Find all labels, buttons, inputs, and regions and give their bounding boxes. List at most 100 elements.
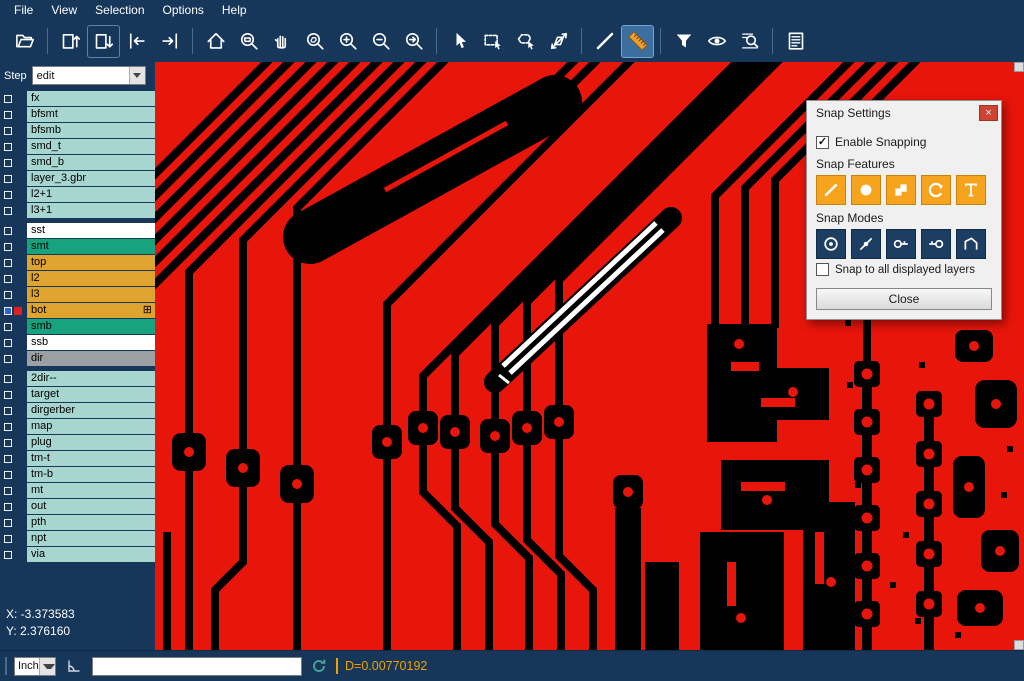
layer-name[interactable]: pth — [27, 515, 155, 530]
pcb-canvas[interactable]: Snap Settings × ✓ Enable Snapping Snap F… — [155, 62, 1024, 650]
layer-visibility-checkbox[interactable] — [4, 259, 12, 267]
layer-row-mt[interactable]: mt — [0, 483, 155, 498]
snap-text-button[interactable] — [956, 175, 986, 205]
layer-name[interactable]: map — [27, 419, 155, 434]
snap-arc-button[interactable] — [921, 175, 951, 205]
layer-name[interactable]: smt — [27, 239, 155, 254]
layer-row-bfsmt[interactable]: bfsmt — [0, 107, 155, 122]
zoom-home-button[interactable] — [200, 26, 231, 57]
export-up-button[interactable] — [55, 26, 86, 57]
layer-name[interactable]: bfsmt — [27, 107, 155, 122]
layer-row-l3+1[interactable]: l3+1 — [0, 203, 155, 218]
layer-visibility-checkbox[interactable] — [4, 291, 12, 299]
layer-name[interactable]: l2 — [27, 271, 155, 286]
layer-visibility-checkbox[interactable] — [4, 323, 12, 331]
layer-row-smt[interactable]: smt — [0, 239, 155, 254]
layer-visibility-checkbox[interactable] — [4, 375, 12, 383]
layer-name[interactable]: sst — [27, 223, 155, 238]
layer-visibility-checkbox[interactable] — [4, 243, 12, 251]
layer-name[interactable]: bfsmb — [27, 123, 155, 138]
command-input[interactable] — [92, 657, 302, 676]
layer-row-l2+1[interactable]: l2+1 — [0, 187, 155, 202]
layer-name[interactable]: dir — [27, 351, 155, 366]
snap-dialog-titlebar[interactable]: Snap Settings × — [807, 101, 1001, 125]
select-polygon-button[interactable] — [510, 26, 541, 57]
layer-name[interactable]: ssb — [27, 335, 155, 350]
layer-row-smd_b[interactable]: smd_b — [0, 155, 155, 170]
layer-name[interactable]: layer_3.gbr — [27, 171, 155, 186]
layer-visibility-checkbox[interactable] — [4, 307, 12, 315]
snap-line-button[interactable] — [816, 175, 846, 205]
snap-slot-a-button[interactable] — [886, 229, 916, 259]
layer-name[interactable]: l3+1 — [27, 203, 155, 218]
all-layers-checkbox[interactable]: Snap to all displayed layers — [816, 263, 992, 276]
transform-flip-button[interactable] — [543, 26, 574, 57]
layer-row-top[interactable]: top — [0, 255, 155, 270]
layer-name[interactable]: smd_t — [27, 139, 155, 154]
layer-visibility-checkbox[interactable] — [4, 535, 12, 543]
layer-visibility-checkbox[interactable] — [4, 95, 12, 103]
snap-pad-button[interactable] — [851, 175, 881, 205]
menu-file[interactable]: File — [6, 2, 41, 18]
layer-visibility-checkbox[interactable] — [4, 455, 12, 463]
measure-button[interactable] — [622, 26, 653, 57]
zoom-window-button[interactable] — [233, 26, 264, 57]
snap-slot-b-button[interactable] — [921, 229, 951, 259]
layer-row-fx[interactable]: fx — [0, 91, 155, 106]
report-button[interactable] — [780, 26, 811, 57]
layer-visibility-checkbox[interactable] — [4, 355, 12, 363]
layer-visibility-checkbox[interactable] — [4, 339, 12, 347]
layer-visibility-checkbox[interactable] — [4, 111, 12, 119]
layer-visibility-checkbox[interactable] — [4, 487, 12, 495]
layer-visibility-checkbox[interactable] — [4, 503, 12, 511]
ortho-angle-icon[interactable] — [63, 655, 85, 677]
vertical-scrollbar-down[interactable] — [1014, 640, 1024, 650]
layer-row-l3[interactable]: l3 — [0, 287, 155, 302]
layer-row-pth[interactable]: pth — [0, 515, 155, 530]
select-button[interactable] — [444, 26, 475, 57]
layer-visibility-checkbox[interactable] — [4, 175, 12, 183]
layer-visibility-checkbox[interactable] — [4, 423, 12, 431]
layer-visibility-checkbox[interactable] — [4, 391, 12, 399]
layer-name[interactable]: top — [27, 255, 155, 270]
layer-row-l2[interactable]: l2 — [0, 271, 155, 286]
import-down-button[interactable] — [88, 26, 119, 57]
layer-name[interactable]: 2dir-- — [27, 371, 155, 386]
layer-row-sst[interactable]: sst — [0, 223, 155, 238]
layer-name[interactable]: tm-t — [27, 451, 155, 466]
vertical-scrollbar-up[interactable] — [1014, 62, 1024, 72]
step-selector[interactable]: edit — [32, 66, 146, 85]
layer-row-tm-t[interactable]: tm-t — [0, 451, 155, 466]
layer-name[interactable]: target — [27, 387, 155, 402]
draw-line-button[interactable] — [589, 26, 620, 57]
layer-visibility-checkbox[interactable] — [4, 551, 12, 559]
layer-row-dirgerber[interactable]: dirgerber — [0, 403, 155, 418]
menu-options[interactable]: Options — [155, 2, 212, 18]
zoom-previous-button[interactable] — [398, 26, 429, 57]
layer-row-layer_3.gbr[interactable]: layer_3.gbr — [0, 171, 155, 186]
snap-outline-button[interactable] — [956, 229, 986, 259]
layer-row-bot[interactable]: bot⊞ — [0, 303, 155, 318]
layer-row-target[interactable]: target — [0, 387, 155, 402]
layer-visibility-checkbox[interactable] — [4, 519, 12, 527]
layer-row-bfsmb[interactable]: bfsmb — [0, 123, 155, 138]
menu-help[interactable]: Help — [214, 2, 255, 18]
enable-snapping-checkbox[interactable]: ✓ Enable Snapping — [816, 135, 992, 149]
find-button[interactable] — [734, 26, 765, 57]
layer-row-npt[interactable]: npt — [0, 531, 155, 546]
layer-row-dir[interactable]: dir — [0, 351, 155, 366]
export-right-button[interactable] — [154, 26, 185, 57]
chevron-down-icon[interactable] — [129, 67, 145, 84]
layer-visibility-checkbox[interactable] — [4, 127, 12, 135]
layer-name[interactable]: via — [27, 547, 155, 562]
view-options-button[interactable] — [701, 26, 732, 57]
layer-name[interactable]: npt — [27, 531, 155, 546]
close-button[interactable]: Close — [816, 288, 992, 310]
filter-button[interactable] — [668, 26, 699, 57]
layer-name[interactable]: mt — [27, 483, 155, 498]
zoom-in-button[interactable] — [332, 26, 363, 57]
layer-row-out[interactable]: out — [0, 499, 155, 514]
menu-selection[interactable]: Selection — [87, 2, 152, 18]
snap-center-button[interactable] — [816, 229, 846, 259]
layer-name[interactable]: bot⊞ — [27, 303, 155, 318]
